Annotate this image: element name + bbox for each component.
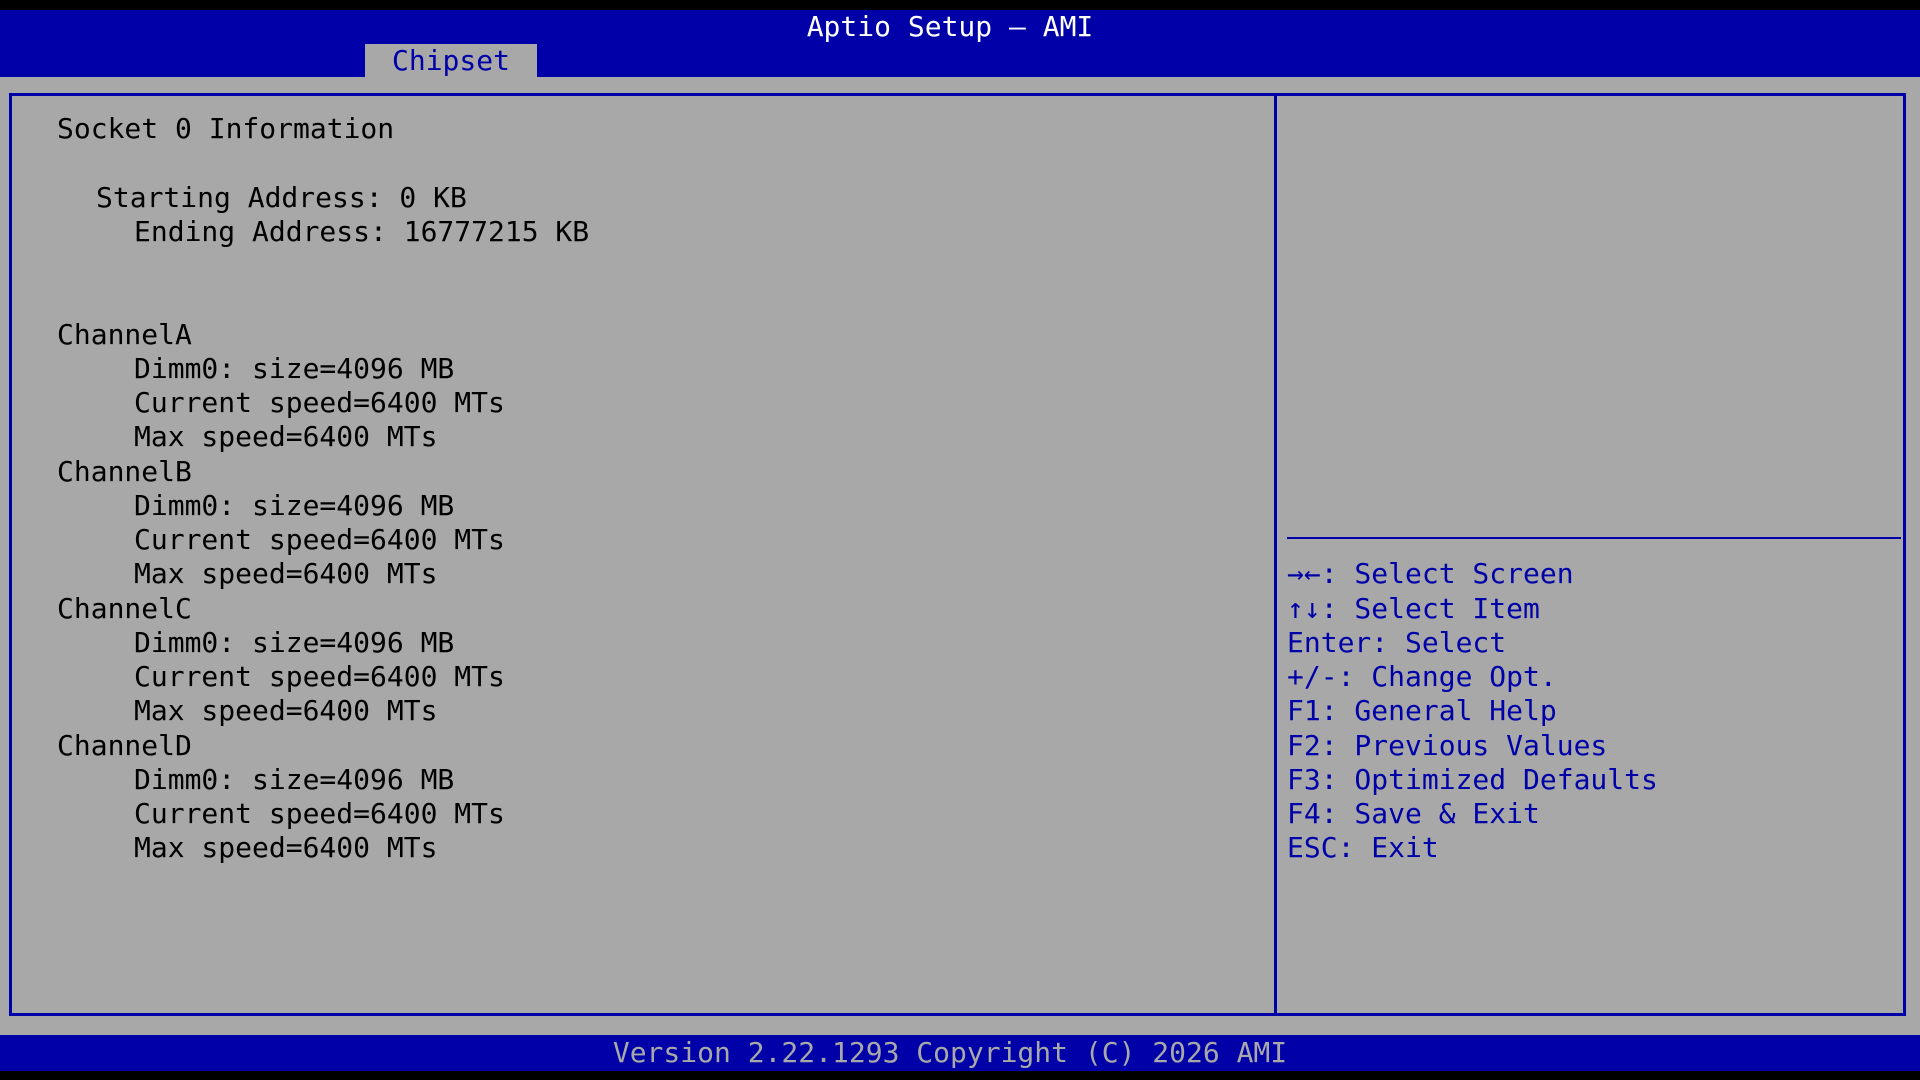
help-esc-exit: ESC: Exit	[1287, 831, 1439, 864]
help-save-exit: F4: Save & Exit	[1287, 797, 1540, 830]
channel-c-max-speed: Max speed=6400 MTs	[134, 694, 438, 727]
channel-c-label: ChannelC	[57, 592, 192, 625]
section-title: Socket 0 Information	[57, 112, 395, 145]
help-divider	[1287, 537, 1901, 539]
channel-d-label: ChannelD	[57, 729, 192, 762]
panel-divider	[1274, 93, 1277, 1016]
help-general-help: F1: General Help	[1287, 694, 1557, 727]
channel-d-current-speed: Current speed=6400 MTs	[134, 797, 505, 830]
bottom-border	[0, 1071, 1920, 1080]
channel-a-max-speed: Max speed=6400 MTs	[134, 420, 438, 453]
channel-a-current-speed: Current speed=6400 MTs	[134, 386, 505, 419]
help-select-item: ↑↓: Select Item	[1287, 592, 1540, 625]
channel-c-current-speed: Current speed=6400 MTs	[134, 660, 505, 693]
channel-b-label: ChannelB	[57, 455, 192, 488]
tab-chipset[interactable]: Chipset	[365, 44, 537, 77]
channel-b-max-speed: Max speed=6400 MTs	[134, 557, 438, 590]
app-title: Aptio Setup – AMI	[806, 10, 1094, 43]
help-optimized-defaults: F3: Optimized Defaults	[1287, 763, 1658, 796]
starting-address: Starting Address: 0 KB	[96, 181, 467, 214]
channel-b-dimm: Dimm0: size=4096 MB	[134, 489, 455, 522]
help-enter-select: Enter: Select	[1287, 626, 1507, 659]
channel-d-dimm: Dimm0: size=4096 MB	[134, 763, 455, 796]
channel-b-current-speed: Current speed=6400 MTs	[134, 523, 505, 556]
channel-d-max-speed: Max speed=6400 MTs	[134, 831, 438, 864]
channel-c-dimm: Dimm0: size=4096 MB	[134, 626, 455, 659]
help-previous-values: F2: Previous Values	[1287, 729, 1608, 762]
ending-address: Ending Address: 16777215 KB	[134, 215, 590, 248]
top-border	[0, 0, 1920, 10]
channel-a-label: ChannelA	[57, 318, 192, 351]
version-text: Version 2.22.1293 Copyright (C) 2026 AMI	[612, 1036, 1288, 1069]
help-select-screen: →←: Select Screen	[1287, 557, 1574, 590]
help-change-opt: +/-: Change Opt.	[1287, 660, 1557, 693]
channel-a-dimm: Dimm0: size=4096 MB	[134, 352, 455, 385]
